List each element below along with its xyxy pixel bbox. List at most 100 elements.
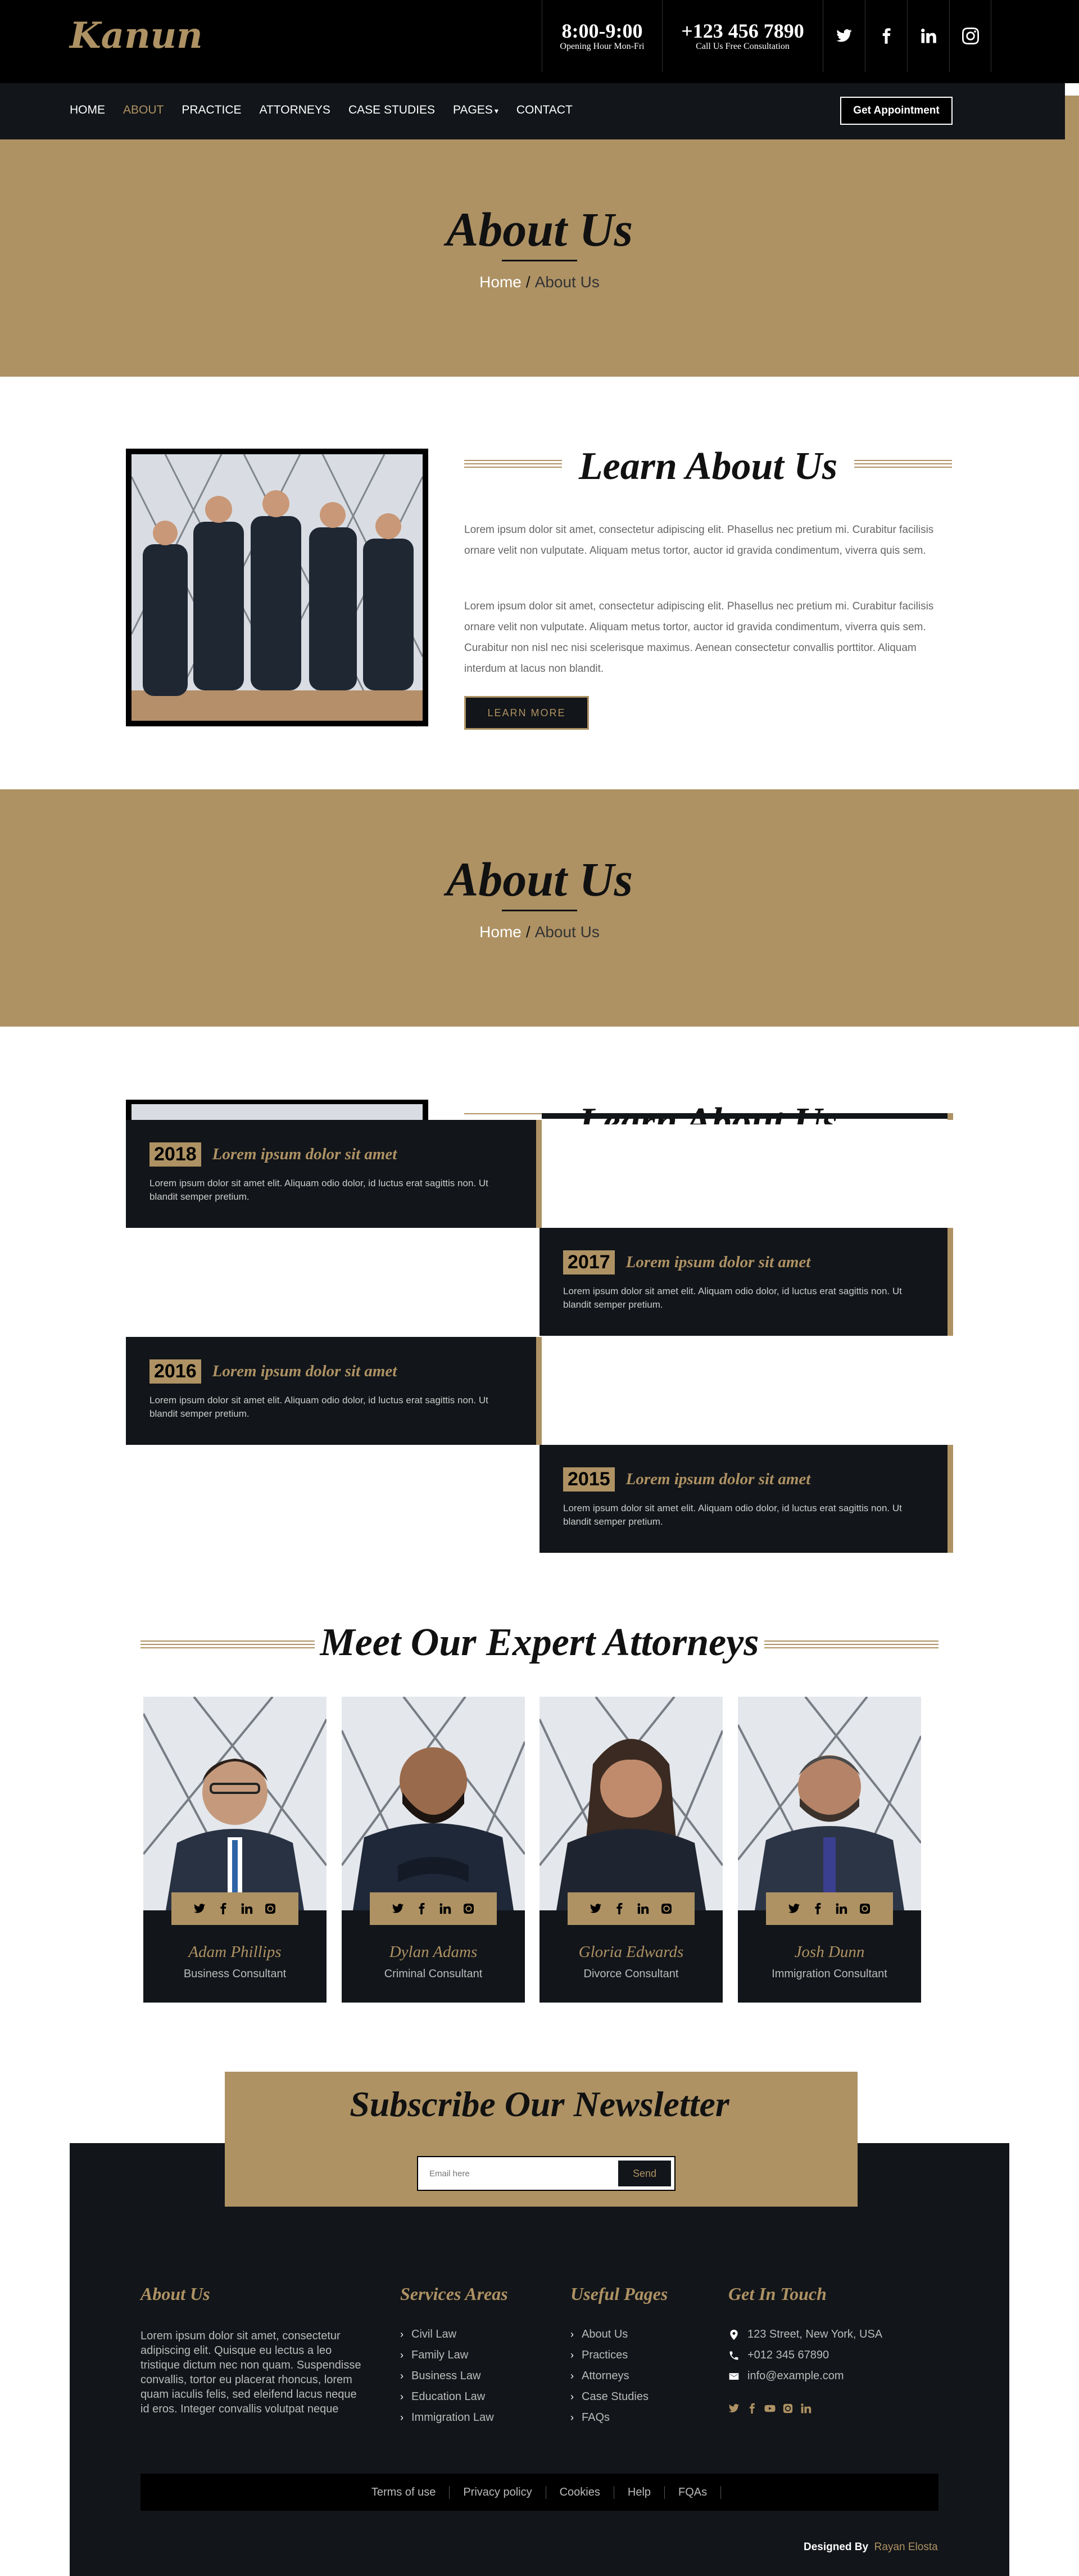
footer-service-link[interactable]: › Family Law: [400, 2345, 494, 2366]
contact-phone[interactable]: +012 345 67890: [728, 2345, 882, 2366]
chevron-right-icon: ›: [570, 2329, 574, 2340]
instagram-icon[interactable]: [782, 2403, 794, 2414]
footer-service-link[interactable]: › Civil Law: [400, 2324, 494, 2345]
attorney-photo: [342, 1697, 525, 1910]
footer-page-link[interactable]: › Practices: [570, 2345, 649, 2366]
chevron-right-icon: ›: [400, 2370, 404, 2381]
twitter-icon[interactable]: [728, 2403, 740, 2414]
twitter-icon[interactable]: [788, 1902, 800, 1915]
email-text: info@example.com: [747, 2370, 844, 2382]
breadcrumb-home[interactable]: Home: [479, 273, 522, 291]
page-label: Case Studies: [582, 2390, 649, 2403]
attorney-name: Josh Dunn: [794, 1943, 865, 1961]
nav-practice[interactable]: PRACTICE: [182, 103, 241, 117]
hours-label: Opening Hour Mon-Fri: [560, 42, 645, 51]
team-section-title: Meet Our Expert Attorneys: [315, 1620, 764, 1665]
terms-link[interactable]: Terms of use: [358, 2485, 450, 2499]
linkedin-icon[interactable]: [439, 1902, 451, 1915]
nav-attorneys[interactable]: ATTORNEYS: [260, 103, 330, 117]
footer-service-link[interactable]: › Education Law: [400, 2387, 494, 2407]
phone-text: +012 345 67890: [747, 2349, 829, 2361]
nav-case-studies[interactable]: CASE STUDIES: [348, 103, 435, 117]
instagram-icon[interactable]: [660, 1902, 673, 1915]
faqs-link[interactable]: FQAs: [665, 2485, 722, 2499]
attorney-card[interactable]: Adam Phillips Business Consultant: [143, 1697, 327, 2003]
facebook-icon[interactable]: [217, 1902, 229, 1915]
timeline-connector: [536, 1337, 542, 1445]
designer-link[interactable]: Rayan Elosta: [874, 2541, 938, 2553]
attorney-social-links: [370, 1892, 497, 1925]
footer-service-link[interactable]: › Business Law: [400, 2366, 494, 2387]
nav-home[interactable]: HOME: [70, 103, 105, 117]
twitter-icon[interactable]: [392, 1902, 404, 1915]
about-paragraph-1: Lorem ipsum dolor sit amet, consectetur …: [464, 524, 934, 557]
facebook-icon[interactable]: [613, 1902, 625, 1915]
attorney-photo-illustration: [143, 1697, 327, 1910]
breadcrumb-home[interactable]: Home: [479, 923, 522, 941]
attorney-card[interactable]: Gloria Edwards Divorce Consultant: [540, 1697, 723, 2003]
twitter-link[interactable]: [823, 0, 865, 72]
footer-service-link[interactable]: › Immigration Law: [400, 2407, 494, 2428]
nav-about[interactable]: ABOUT: [123, 103, 164, 117]
attorney-social-links: [568, 1892, 695, 1925]
page-label: Attorneys: [582, 2370, 629, 2382]
linkedin-icon[interactable]: [835, 1902, 847, 1915]
breadcrumb-current: About Us: [534, 273, 600, 291]
privacy-link[interactable]: Privacy policy: [450, 2485, 546, 2499]
phone-icon: [729, 2351, 738, 2360]
service-label: Immigration Law: [411, 2411, 494, 2424]
group-photo-illustration: [132, 454, 423, 721]
nav-pages-dropdown[interactable]: PAGES ▾: [453, 103, 498, 117]
instagram-icon[interactable]: [463, 1902, 475, 1915]
newsletter-send-button[interactable]: Send: [618, 2161, 671, 2186]
footer-page-link[interactable]: › FAQs: [570, 2407, 649, 2428]
logo[interactable]: Kanun: [70, 15, 203, 57]
twitter-icon[interactable]: [590, 1902, 602, 1915]
attorney-card[interactable]: Josh Dunn Immigration Consultant: [738, 1697, 921, 2003]
facebook-icon[interactable]: [811, 1902, 824, 1915]
contact-email[interactable]: info@example.com: [728, 2366, 882, 2387]
footer-services-title: Services Areas: [400, 2284, 508, 2304]
hero-underline: [502, 260, 577, 261]
hero-underline-repeat: [502, 910, 577, 911]
attorney-photo: [738, 1697, 921, 1910]
learn-more-button[interactable]: LEARN MORE: [464, 696, 589, 730]
instagram-icon[interactable]: [264, 1902, 276, 1915]
attorney-role: Divorce Consultant: [583, 1968, 679, 1980]
chevron-right-icon: ›: [570, 2412, 574, 2423]
attorney-photo-illustration: [342, 1697, 525, 1910]
attorney-social-links: [171, 1892, 298, 1925]
designed-by: Designed By Rayan Elosta: [804, 2541, 938, 2554]
timeline-item: 2016 Lorem ipsum dolor sit amet Lorem ips…: [126, 1337, 536, 1445]
timeline-connector: [947, 1445, 953, 1553]
linkedin-link[interactable]: [907, 0, 949, 72]
timeline-top-accent: [947, 1113, 953, 1120]
newsletter-email-input[interactable]: [421, 2161, 616, 2186]
facebook-icon[interactable]: [746, 2403, 758, 2414]
timeline-title: Lorem ipsum dolor sit amet: [212, 1145, 397, 1163]
timeline-title: Lorem ipsum dolor sit amet: [212, 1362, 397, 1380]
youtube-icon[interactable]: [764, 2403, 776, 2414]
instagram-icon[interactable]: [859, 1902, 871, 1915]
footer-page-link[interactable]: › Case Studies: [570, 2387, 649, 2407]
nav-contact[interactable]: CONTACT: [516, 103, 573, 117]
footer-page-link[interactable]: › About Us: [570, 2324, 649, 2345]
facebook-link[interactable]: [865, 0, 907, 72]
twitter-icon[interactable]: [193, 1902, 206, 1915]
page-hero-repeat: About Us Home / About Us: [0, 789, 1079, 1027]
cookies-link[interactable]: Cookies: [546, 2485, 614, 2499]
attorney-card[interactable]: Dylan Adams Criminal Consultant: [342, 1697, 525, 2003]
facebook-icon[interactable]: [415, 1902, 428, 1915]
linkedin-icon[interactable]: [637, 1902, 649, 1915]
linkedin-icon[interactable]: [241, 1902, 253, 1915]
nav-pages-label: PAGES: [453, 103, 493, 116]
instagram-link[interactable]: [949, 0, 991, 72]
linkedin-icon[interactable]: [800, 2403, 811, 2414]
footer-page-link[interactable]: › Attorneys: [570, 2366, 649, 2387]
attorney-role: Immigration Consultant: [772, 1968, 887, 1980]
service-label: Civil Law: [411, 2328, 457, 2340]
timeline-text: Lorem ipsum dolor sit amet elit. Aliquam…: [563, 1503, 902, 1527]
get-appointment-button[interactable]: Get Appointment: [840, 97, 953, 125]
help-link[interactable]: Help: [614, 2485, 665, 2499]
page-label: About Us: [582, 2328, 628, 2340]
